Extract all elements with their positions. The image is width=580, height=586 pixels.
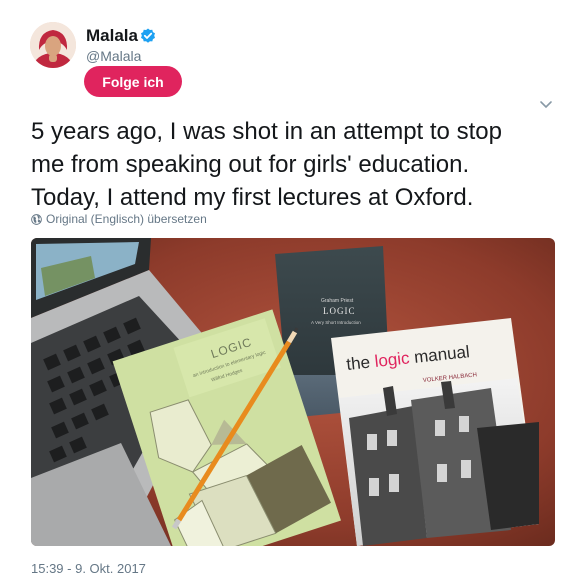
vsi-subtitle: A Very Short Introduction — [311, 320, 361, 325]
tweet-text-line: Today, I attend my first lectures at Oxf… — [31, 184, 474, 211]
avatar[interactable] — [30, 22, 76, 68]
user-handle[interactable]: @Malala — [86, 48, 141, 64]
manual-title-highlight: logic — [374, 348, 411, 371]
tweet-text-line: 5 years ago, I was shot in an attempt to… — [31, 118, 502, 145]
translate-label: Original (Englisch) übersetzen — [46, 212, 207, 226]
tweet-photo[interactable]: Graham Priest LOGIC A Very Short Introdu… — [31, 238, 555, 546]
vsi-author: Graham Priest — [321, 298, 354, 304]
user-name[interactable]: Malala — [86, 26, 138, 46]
tweet-text-line: me from speaking out for girls' educatio… — [31, 151, 470, 178]
book-logic-manual: the logic manual VOLKER HALBACH — [331, 318, 539, 546]
tweet: Malala @Malala Folge ich 5 years ago, I … — [0, 0, 580, 586]
timestamp[interactable]: 15:39 - 9. Okt. 2017 — [31, 561, 146, 576]
tweet-text: 5 years ago, I was shot in an attempt to… — [31, 115, 561, 214]
following-button[interactable]: Folge ich — [84, 66, 182, 97]
manual-title-prefix: the — [345, 353, 370, 374]
translate-link[interactable]: Original (Englisch) übersetzen — [31, 212, 207, 226]
avatar-image — [30, 22, 76, 68]
globe-icon — [31, 213, 42, 225]
vsi-title: LOGIC — [323, 306, 356, 316]
chevron-down-icon[interactable] — [539, 100, 553, 110]
verified-badge-icon — [141, 28, 155, 43]
photo-image: Graham Priest LOGIC A Very Short Introdu… — [31, 238, 555, 546]
